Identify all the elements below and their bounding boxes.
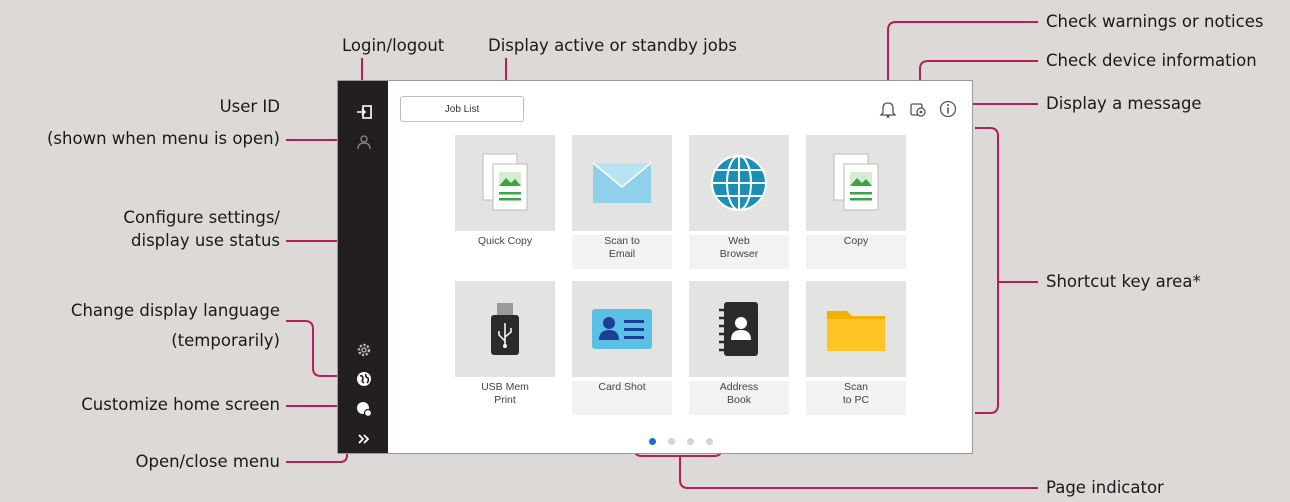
- bell-warning-icon[interactable]: [878, 99, 898, 119]
- callout-shortcut-area: Shortcut key area*: [1046, 272, 1201, 291]
- copy-icon: [806, 135, 906, 231]
- email-envelope-icon: [572, 135, 672, 231]
- folder-icon: [806, 281, 906, 377]
- sidebar-menu: [338, 81, 388, 453]
- home-screen-panel: Job List Quick Copy Scan to Email Web Brow…: [337, 80, 973, 454]
- page-indicator-dot-2[interactable]: [668, 438, 675, 445]
- callout-user-id-note: (shown when menu is open): [46, 129, 280, 148]
- id-card-icon: [572, 281, 672, 377]
- callout-device-info: Check device information: [1046, 51, 1257, 70]
- info-message-icon[interactable]: [938, 99, 958, 119]
- user-id-icon[interactable]: [355, 133, 373, 151]
- device-information-icon[interactable]: [908, 99, 928, 119]
- job-list-button[interactable]: Job List: [400, 96, 524, 122]
- settings-gear-icon[interactable]: [355, 341, 373, 359]
- callout-page-indicator: Page indicator: [1046, 478, 1164, 497]
- callout-use-status: display use status: [131, 231, 280, 250]
- globe-language-icon[interactable]: [355, 370, 373, 388]
- open-close-menu-icon[interactable]: [355, 430, 373, 448]
- tile-copy-label: Copy: [806, 235, 906, 269]
- tile-scan-to-email-label: Scan to Email: [572, 235, 672, 269]
- callout-configure-settings: Configure settings/: [123, 208, 280, 227]
- callout-message: Display a message: [1046, 94, 1202, 113]
- tile-scan-to-email[interactable]: Scan to Email: [572, 135, 672, 271]
- tile-web-browser-label: Web Browser: [689, 235, 789, 269]
- customize-home-icon[interactable]: [355, 400, 373, 418]
- callout-customize-home: Customize home screen: [81, 395, 280, 414]
- callout-language-temporarily: (temporarily): [171, 331, 280, 350]
- globe-icon: [689, 135, 789, 231]
- tile-quick-copy[interactable]: Quick Copy: [455, 135, 555, 271]
- usb-icon: [455, 281, 555, 377]
- tile-address-book[interactable]: Address Book: [689, 281, 789, 417]
- tile-web-browser[interactable]: Web Browser: [689, 135, 789, 271]
- callout-user-id: User ID: [219, 97, 280, 116]
- callout-warnings: Check warnings or notices: [1046, 12, 1264, 31]
- page-indicator-dot-3[interactable]: [687, 438, 694, 445]
- tile-quick-copy-label: Quick Copy: [477, 235, 533, 247]
- callout-login-logout: Login/logout: [342, 36, 445, 55]
- tile-card-shot-label: Card Shot: [572, 381, 672, 415]
- login-logout-icon[interactable]: [355, 103, 373, 121]
- callout-open-close-menu: Open/close menu: [135, 452, 280, 471]
- copy-icon: [455, 135, 555, 231]
- address-book-icon: [689, 281, 789, 377]
- tile-address-book-label: Address Book: [689, 381, 789, 415]
- tile-copy[interactable]: Copy: [806, 135, 906, 271]
- tile-scan-to-pc-label: Scan to PC: [806, 381, 906, 415]
- page-indicator-dot-1[interactable]: [649, 438, 656, 445]
- tile-usb-mem-print-label: USB Mem Print: [481, 381, 529, 406]
- tile-usb-mem-print[interactable]: USB Mem Print: [455, 281, 555, 417]
- tile-scan-to-pc[interactable]: Scan to PC: [806, 281, 906, 417]
- callout-change-language: Change display language: [70, 301, 280, 320]
- tile-card-shot[interactable]: Card Shot: [572, 281, 672, 417]
- callout-active-jobs: Display active or standby jobs: [488, 36, 737, 55]
- page-indicator-dot-4[interactable]: [706, 438, 713, 445]
